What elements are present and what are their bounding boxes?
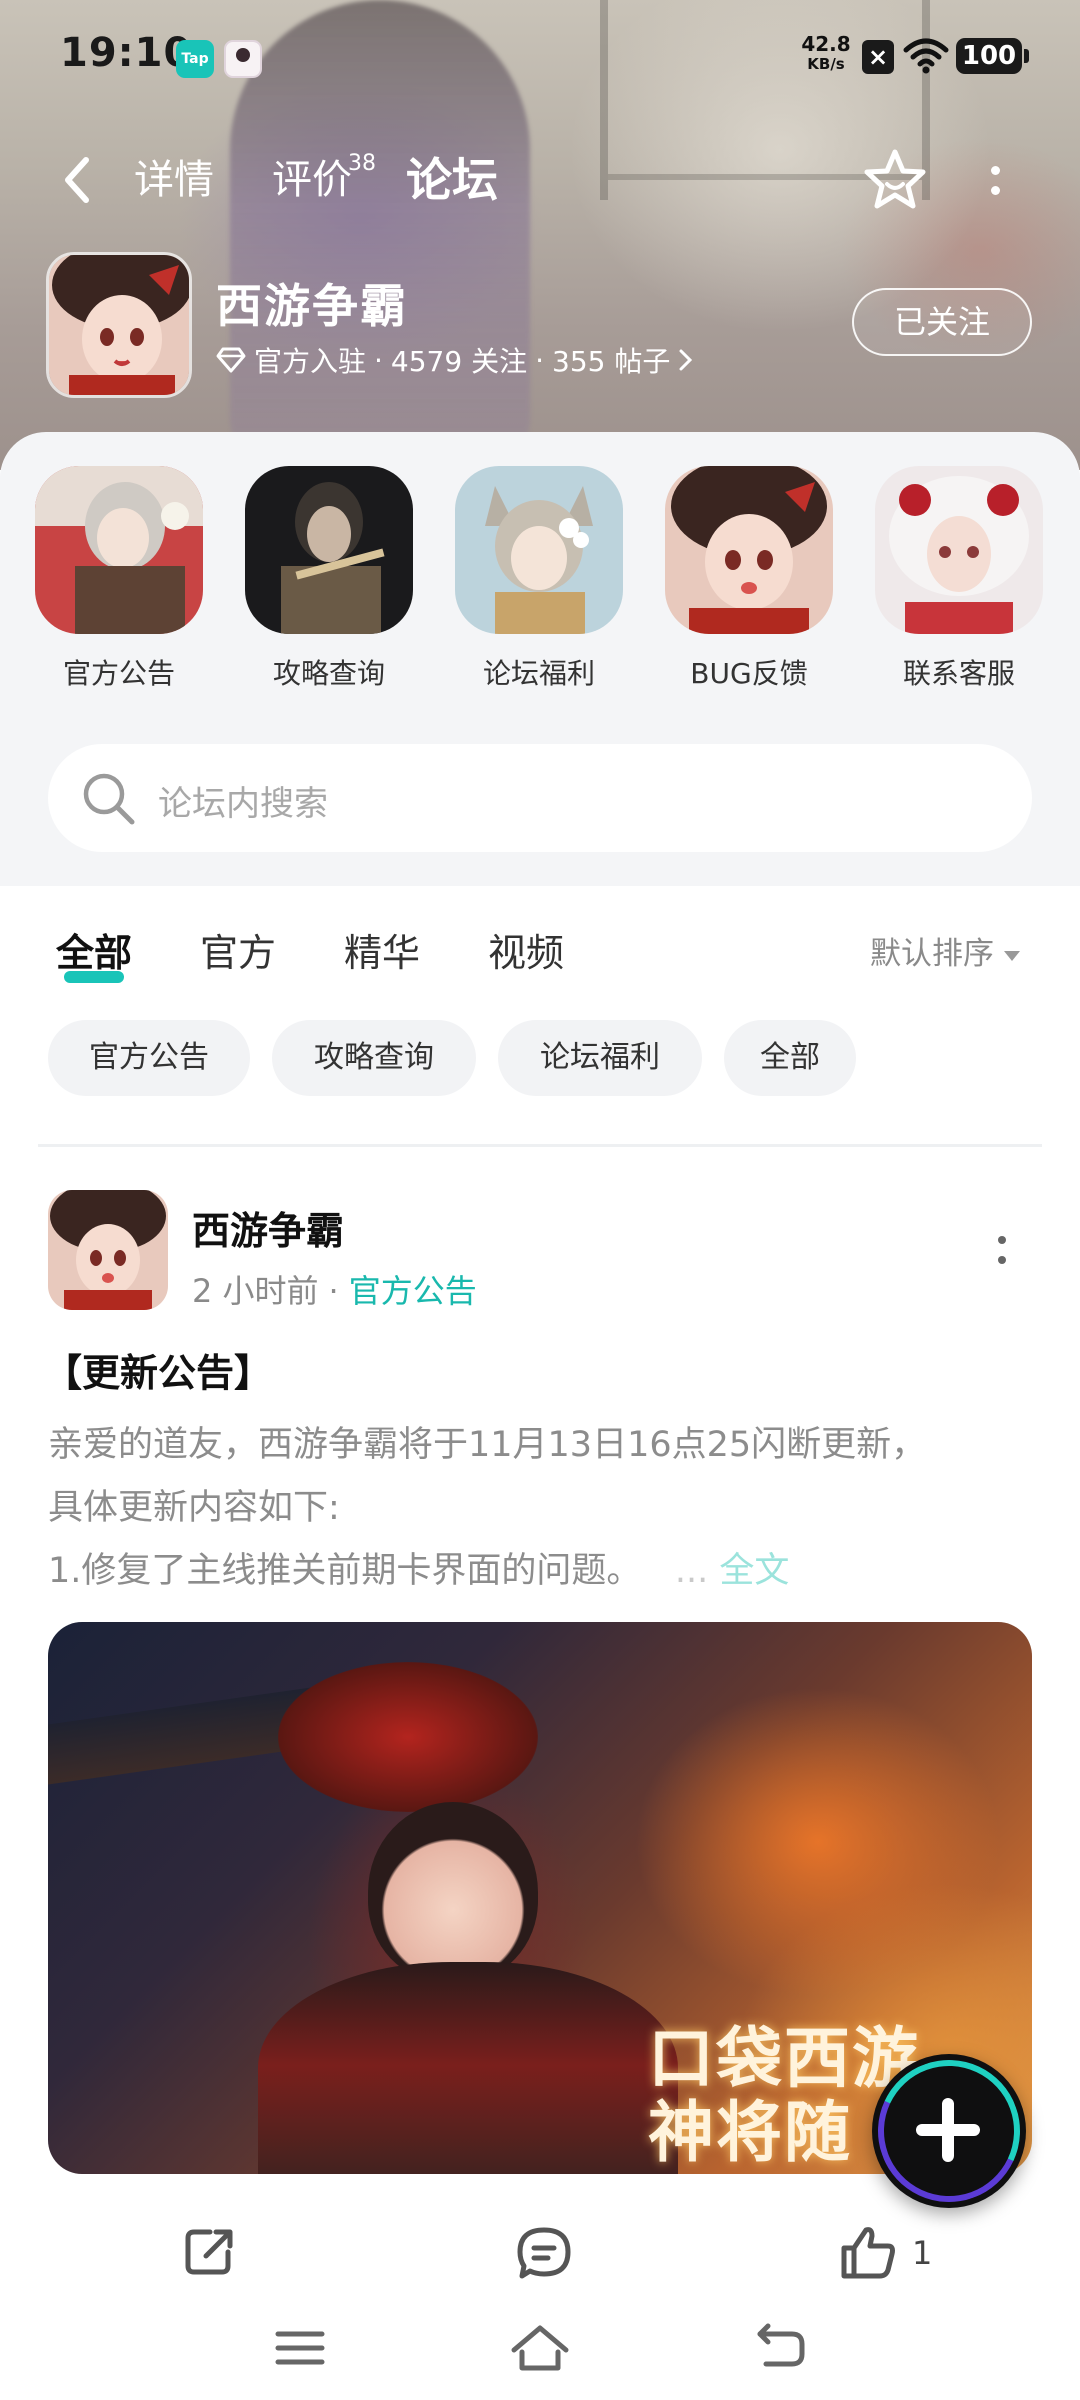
- status-time: 19:10: [60, 30, 193, 76]
- post-body-line: 亲爱的道友，西游争霸将于11月13日16点25闪断更新，: [48, 1425, 927, 1465]
- reviews-count-badge: 38: [348, 151, 376, 176]
- menu-icon[interactable]: [272, 2318, 328, 2378]
- post-author-name[interactable]: 西游争霸: [192, 1200, 344, 1255]
- post-body[interactable]: 亲爱的道友，西游争霸将于11月13日16点25闪断更新， 具体更新内容如下: 1…: [48, 1414, 1038, 1603]
- like-thumb-icon[interactable]: [838, 2224, 898, 2280]
- post-body-text: 1.修复了主线推关前期卡界面的问题。: [48, 1551, 642, 1591]
- post-image-dress: [258, 1962, 678, 2174]
- post-title[interactable]: 【更新公告】: [44, 1342, 272, 1397]
- search-placeholder: 论坛内搜索: [158, 784, 328, 824]
- tab-reviews-label: 评价: [272, 157, 352, 203]
- tap-icon-text: Tap: [181, 51, 209, 67]
- category-bug-report[interactable]: BUG反馈: [664, 466, 834, 692]
- post-more-options-icon[interactable]: [996, 1232, 1008, 1272]
- caret-down-icon: [1004, 950, 1020, 961]
- posts-count: 355 帖子: [552, 345, 671, 378]
- favorite-star-icon[interactable]: [860, 146, 930, 216]
- chip-strategy[interactable]: 攻略查询: [272, 1020, 476, 1096]
- category-official-announcement[interactable]: 官方公告: [34, 466, 204, 692]
- game-icon: [46, 252, 192, 398]
- category-label: 攻略查询: [272, 657, 385, 690]
- network-speed-value: 42.8: [801, 32, 851, 56]
- like-count: 1: [912, 2234, 933, 2272]
- category-label: 官方公告: [62, 657, 175, 690]
- home-icon[interactable]: [508, 2318, 572, 2378]
- follow-button[interactable]: 已关注: [852, 288, 1032, 356]
- post-meta: 2 小时前 · 官方公告: [192, 1272, 477, 1310]
- post-body-ellipsis: ...: [674, 1551, 709, 1591]
- post-image-character: [368, 1802, 538, 1982]
- avatar-app-icon: [224, 40, 262, 78]
- post-body-line: 具体更新内容如下:: [48, 1488, 340, 1528]
- network-speed-unit: KB/s: [807, 55, 845, 73]
- category-image: [665, 466, 833, 634]
- filter-tab-video[interactable]: 视频: [488, 922, 564, 977]
- tab-forum[interactable]: 论坛: [406, 152, 498, 208]
- category-customer-service[interactable]: 联系客服: [874, 466, 1044, 692]
- followers-count: 4579 关注: [390, 345, 528, 378]
- tab-details-label: 详情: [134, 157, 214, 203]
- category-label: BUG反馈: [690, 657, 808, 690]
- network-speed: 42.8 KB/s: [798, 34, 854, 72]
- search-icon: [83, 773, 135, 825]
- verified-label: 官方入驻: [254, 345, 367, 378]
- read-full-link[interactable]: 全文: [719, 1551, 789, 1591]
- chip-forum-benefits[interactable]: 论坛福利: [498, 1020, 702, 1096]
- tab-forum-label: 论坛: [406, 153, 498, 207]
- plus-icon-bar: [916, 2124, 980, 2136]
- comment-icon[interactable]: [514, 2224, 574, 2280]
- game-title: 西游争霸: [216, 279, 408, 333]
- back-icon[interactable]: [752, 2318, 808, 2378]
- category-image: [875, 466, 1043, 634]
- battery-indicator: 100: [956, 38, 1029, 74]
- category-strategy[interactable]: 攻略查询: [244, 466, 414, 692]
- meta-separator: ·: [374, 343, 383, 377]
- share-icon[interactable]: [180, 2224, 240, 2280]
- section-divider: [38, 1144, 1042, 1147]
- forum-search-bar[interactable]: 论坛内搜索: [48, 744, 1032, 852]
- category-image: [245, 466, 413, 634]
- more-options-icon[interactable]: [980, 152, 1010, 212]
- post-time: 2 小时前: [192, 1272, 319, 1310]
- category-image: [455, 466, 623, 634]
- category-label: 联系客服: [902, 657, 1015, 690]
- filter-tab-label: 官方: [200, 931, 277, 975]
- meta-separator: ·: [535, 343, 544, 377]
- create-post-button[interactable]: [872, 2054, 1026, 2208]
- status-bar: 19:10 Tap 42.8 KB/s × 100: [0, 0, 1080, 110]
- filter-tab-featured[interactable]: 精华: [344, 922, 420, 977]
- wifi-icon: [903, 38, 949, 74]
- post-category-link[interactable]: 官方公告: [349, 1272, 477, 1310]
- category-label: 论坛福利: [482, 657, 595, 690]
- sort-dropdown[interactable]: 默认排序: [870, 928, 1020, 973]
- category-forum-benefits[interactable]: 论坛福利: [454, 466, 624, 692]
- filter-tab-official[interactable]: 官方: [200, 922, 276, 977]
- post-body-line: 1.修复了主线推关前期卡界面的问题。 ... 全文: [48, 1540, 1038, 1603]
- tab-reviews[interactable]: 评价 38: [272, 151, 376, 208]
- system-navigation-bar: [0, 2300, 1080, 2400]
- chip-official-announcement[interactable]: 官方公告: [48, 1020, 250, 1096]
- watermark-line-1: 口袋西游: [648, 2020, 920, 2097]
- filter-tab-label: 精华: [344, 931, 421, 975]
- chevron-right-icon: [679, 349, 693, 371]
- tab-details[interactable]: 详情: [134, 152, 214, 208]
- post-image-bow: [278, 1662, 538, 1812]
- chip-all[interactable]: 全部: [724, 1020, 856, 1096]
- game-meta[interactable]: 官方入驻 · 4579 关注 · 355 帖子: [216, 340, 694, 380]
- category-image: [35, 466, 203, 634]
- filter-tab-all[interactable]: 全部: [56, 922, 133, 983]
- filter-tab-label: 视频: [488, 931, 565, 975]
- back-arrow-icon[interactable]: [56, 152, 100, 208]
- verified-diamond-icon: [216, 347, 246, 373]
- no-sim-icon: ×: [862, 40, 894, 74]
- tap-icon: Tap: [176, 40, 214, 78]
- post-author-avatar[interactable]: [48, 1190, 168, 1310]
- sort-label: 默认排序: [870, 936, 994, 972]
- forum-section-card: 官方公告 攻略查询 论坛福利 BUG反馈 联系客服 论坛内搜索: [0, 432, 1080, 886]
- filter-tab-label: 全部: [56, 931, 133, 975]
